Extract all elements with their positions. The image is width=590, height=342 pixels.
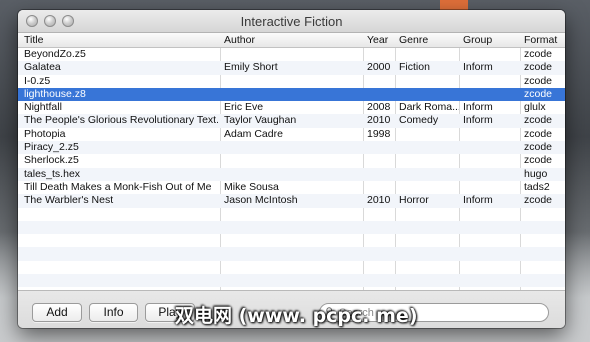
table-row[interactable]: lighthouse.z8 zcode <box>18 87 565 102</box>
column-header-title[interactable]: Title <box>24 34 218 46</box>
table-row[interactable]: Piracy_2.z5 zcode <box>18 141 565 155</box>
cell-year: 2010 <box>367 114 391 127</box>
cell-genre: Fiction <box>399 61 430 74</box>
table-row[interactable]: BeyondZo.z5 zcode <box>18 48 565 61</box>
cell-title: Till Death Makes a Monk-Fish Out of Me <box>24 180 212 193</box>
column-header-format[interactable]: Format <box>524 34 564 46</box>
table-row[interactable]: Till Death Makes a Monk-Fish Out of Me Mi… <box>18 181 565 194</box>
app-window: Interactive Fiction Title Author Year Ge… <box>18 10 565 328</box>
table-body: BeyondZo.z5 zcode Galatea Emily Short 2000 Fi… <box>18 48 565 288</box>
empty-table-row[interactable] <box>18 274 565 288</box>
empty-table-row[interactable] <box>18 261 565 274</box>
cell-author: Taylor Vaughan <box>224 114 297 127</box>
cell-title: I-0.z5 <box>24 74 51 87</box>
cell-title: Sherlock.z5 <box>24 154 79 167</box>
cell-author: Emily Short <box>224 61 278 74</box>
empty-table-row[interactable] <box>18 220 565 235</box>
cell-format: zcode <box>524 87 553 100</box>
cell-title: Photopia <box>24 127 66 140</box>
cell-title: Piracy_2.z5 <box>24 141 79 154</box>
cell-year: 2010 <box>367 194 391 207</box>
cell-author: Eric Eve <box>224 101 264 114</box>
cell-year: 1998 <box>367 127 391 140</box>
cell-author: Mike Sousa <box>224 180 279 193</box>
title-bar[interactable]: Interactive Fiction <box>18 10 565 33</box>
cell-format: glulx <box>524 101 546 114</box>
cell-format: zcode <box>524 127 553 140</box>
cell-group: Inform <box>463 101 493 114</box>
table-row[interactable]: I-0.z5 zcode <box>18 75 565 88</box>
cell-group: Inform <box>463 114 493 127</box>
cell-author: Adam Cadre <box>224 127 283 140</box>
cell-format: zcode <box>524 48 553 60</box>
cell-format: zcode <box>524 154 553 167</box>
table-row[interactable]: Sherlock.z5 zcode <box>18 154 565 167</box>
table-row[interactable]: Photopia Adam Cadre 1998 zcode <box>18 128 565 141</box>
info-button[interactable]: Info <box>89 303 138 322</box>
table-row[interactable]: The People's Glorious Revolutionary Text… <box>18 114 565 128</box>
cell-title: The Warbler's Nest <box>24 194 114 207</box>
table-row[interactable]: tales_ts.hex hugo <box>18 167 565 181</box>
watermark-text: 双电网 (www. pcpc. me) <box>175 305 418 327</box>
cell-format: zcode <box>524 61 553 74</box>
games-table[interactable]: Title Author Year Genre Group Format Bey… <box>18 33 565 291</box>
table-row[interactable]: Nightfall Eric Eve 2008 Dark Roma... Inform g… <box>18 101 565 114</box>
cell-year: 2008 <box>367 101 391 114</box>
cell-author: Jason McIntosh <box>224 194 298 207</box>
table-row[interactable]: The Warbler's Nest Jason McIntosh 2010 Horr… <box>18 194 565 208</box>
add-button[interactable]: Add <box>32 303 82 322</box>
window-title: Interactive Fiction <box>240 14 343 29</box>
cell-format: zcode <box>524 141 553 154</box>
cell-title: lighthouse.z8 <box>24 87 86 100</box>
cell-format: hugo <box>524 167 548 180</box>
cell-genre: Comedy <box>399 114 439 127</box>
table-row[interactable]: Galatea Emily Short 2000 Fiction Inform zcode <box>18 61 565 75</box>
cell-genre: Horror <box>399 194 429 207</box>
cell-title: Galatea <box>24 61 61 74</box>
cell-title: BeyondZo.z5 <box>24 48 86 60</box>
cell-year: 2000 <box>367 61 391 74</box>
column-header-genre[interactable]: Genre <box>399 34 459 46</box>
empty-table-row[interactable] <box>18 234 565 247</box>
cell-title: The People's Glorious Revolutionary Text… <box>24 114 218 127</box>
table-header: Title Author Year Genre Group Format <box>18 33 565 48</box>
cell-format: zcode <box>524 74 553 87</box>
column-header-group[interactable]: Group <box>463 34 519 46</box>
column-header-author[interactable]: Author <box>224 34 362 46</box>
cell-title: tales_ts.hex <box>24 167 81 180</box>
cell-format: tads2 <box>524 180 550 193</box>
cell-group: Inform <box>463 61 493 74</box>
cell-format: zcode <box>524 114 553 127</box>
empty-table-row[interactable] <box>18 208 565 221</box>
empty-table-row[interactable] <box>18 247 565 261</box>
cell-genre: Dark Roma... <box>399 101 459 114</box>
cell-group: Inform <box>463 194 493 207</box>
cell-title: Nightfall <box>24 101 62 114</box>
column-header-year[interactable]: Year <box>367 34 395 46</box>
cell-format: zcode <box>524 194 553 207</box>
